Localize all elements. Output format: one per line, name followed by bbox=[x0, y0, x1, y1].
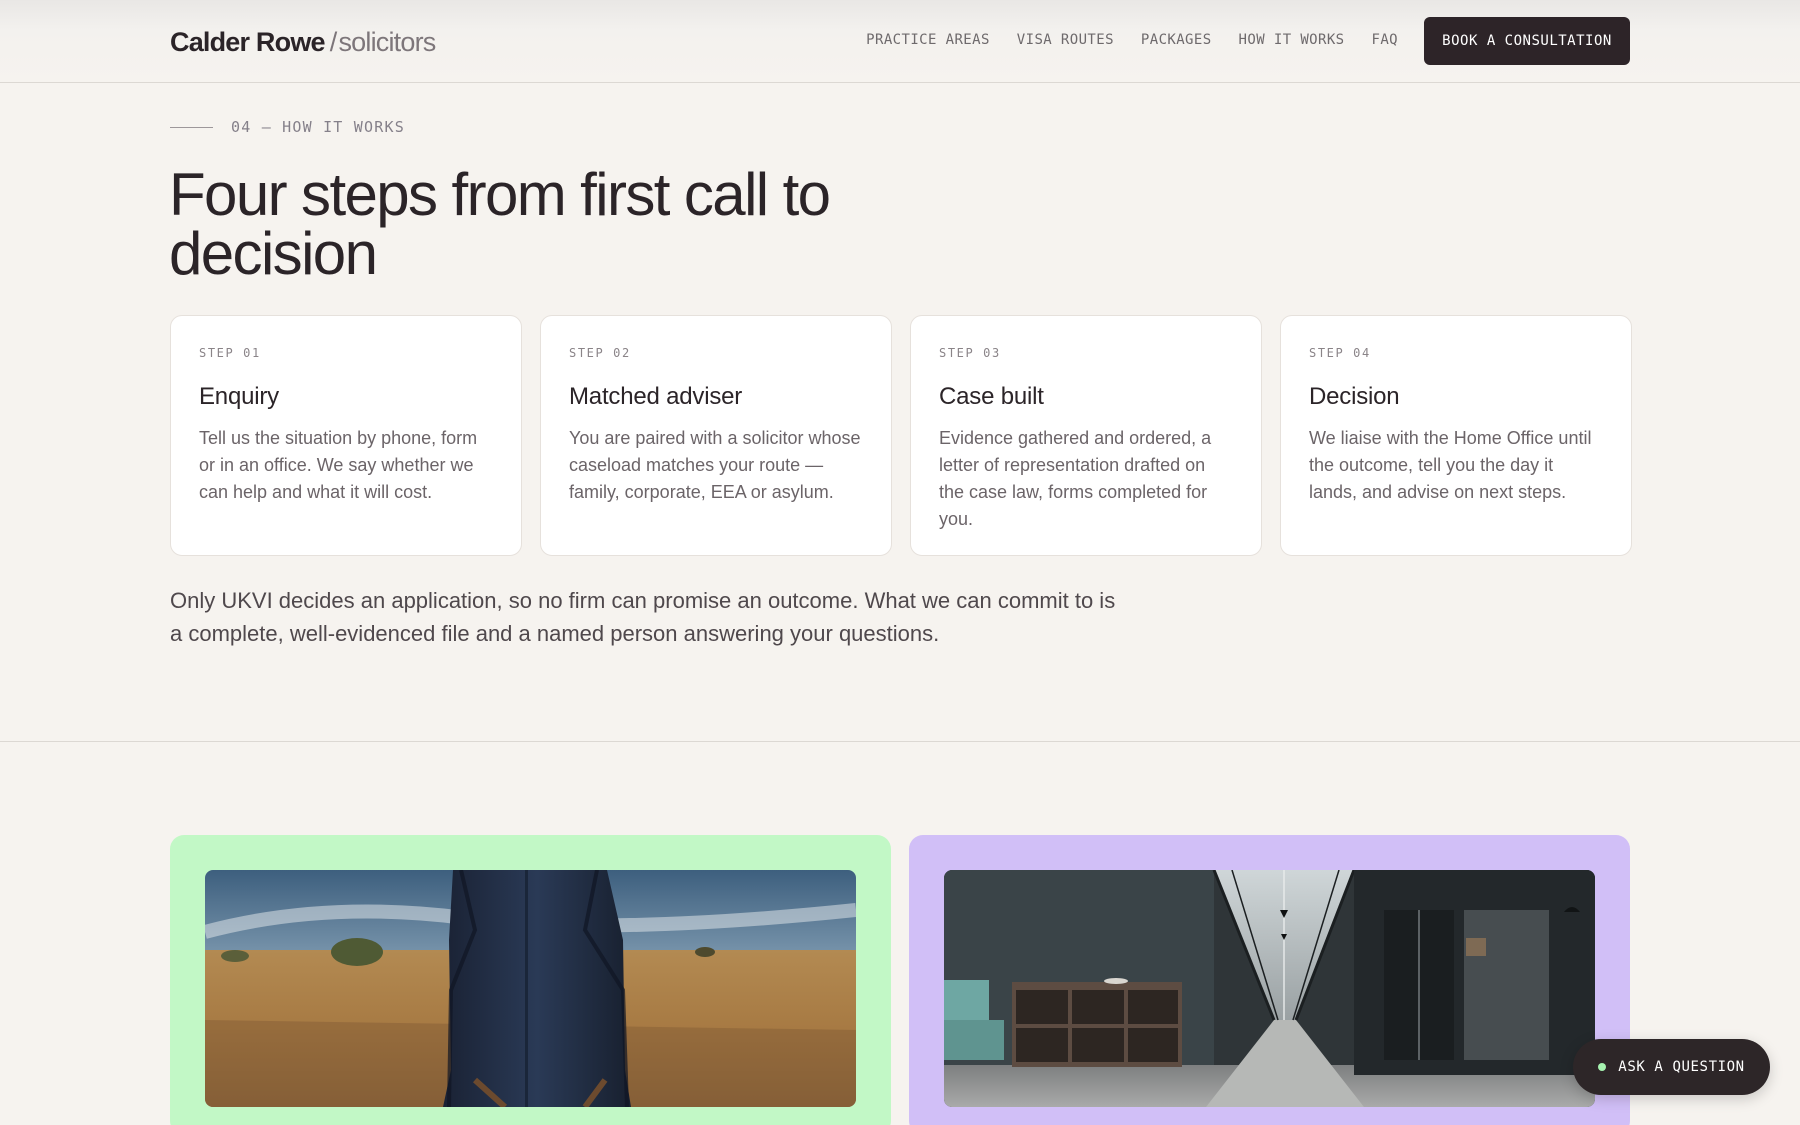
step-body: Evidence gathered and ordered, a letter … bbox=[939, 428, 1212, 529]
ask-question-label: ASK A QUESTION bbox=[1618, 1059, 1745, 1075]
step-card-decision: STEP 04 Decision We liaise with the Home… bbox=[1280, 315, 1632, 556]
step-label: STEP 01 bbox=[199, 346, 261, 360]
main-nav: PRACTICE AREAS VISA ROUTES PACKAGES HOW … bbox=[866, 30, 1398, 50]
office-photo-illustration bbox=[944, 870, 1595, 1107]
nav-faq[interactable]: FAQ bbox=[1372, 30, 1399, 50]
brand-suffix: solicitors bbox=[338, 27, 436, 57]
step-label: STEP 02 bbox=[569, 346, 631, 360]
site-header: Calder Rowe/solicitors PRACTICE AREAS VI… bbox=[0, 0, 1800, 83]
brand-separator: / bbox=[329, 27, 337, 57]
step-title: Matched adviser bbox=[569, 383, 743, 410]
nav-practice-areas[interactable]: PRACTICE AREAS bbox=[866, 30, 990, 50]
ask-question-button[interactable]: ASK A QUESTION bbox=[1573, 1039, 1770, 1095]
field-photo-illustration bbox=[205, 870, 856, 1107]
eyebrow-rule bbox=[170, 126, 213, 128]
section-divider bbox=[0, 741, 1800, 742]
nav-packages[interactable]: PACKAGES bbox=[1141, 30, 1212, 50]
online-indicator-icon bbox=[1598, 1063, 1607, 1071]
step-title: Decision bbox=[1309, 383, 1400, 410]
step-card-enquiry: STEP 01 Enquiry Tell us the situation by… bbox=[170, 315, 522, 556]
media-panel-office bbox=[909, 835, 1630, 1125]
section-headline: Four steps from first call to decision bbox=[169, 161, 831, 287]
step-label: STEP 03 bbox=[939, 346, 1001, 360]
step-card-case-built: STEP 03 Case built Evidence gathered and… bbox=[910, 315, 1262, 556]
step-card-matched-adviser: STEP 02 Matched adviser You are paired w… bbox=[540, 315, 892, 556]
step-title: Case built bbox=[939, 383, 1044, 410]
media-panel-field bbox=[170, 835, 891, 1125]
book-consultation-button[interactable]: BOOK A CONSULTATION bbox=[1424, 17, 1630, 65]
field-photo bbox=[205, 870, 856, 1107]
step-body: Tell us the situation by phone, form or … bbox=[199, 428, 478, 502]
brand-logo[interactable]: Calder Rowe/solicitors bbox=[170, 24, 436, 60]
steps-list: STEP 01 Enquiry Tell us the situation by… bbox=[170, 315, 1632, 556]
nav-how-it-works[interactable]: HOW IT WORKS bbox=[1239, 30, 1345, 50]
nav-visa-routes[interactable]: VISA ROUTES bbox=[1017, 30, 1114, 50]
outcome-disclaimer: Only UKVI decides an application, so no … bbox=[170, 588, 1116, 646]
step-label: STEP 04 bbox=[1309, 346, 1371, 360]
step-title: Enquiry bbox=[199, 383, 279, 410]
step-body: We liaise with the Home Office until the… bbox=[1309, 428, 1592, 502]
brand-name: Calder Rowe bbox=[170, 27, 326, 57]
eyebrow-label: 04 — HOW IT WORKS bbox=[231, 118, 405, 136]
section-eyebrow: 04 — HOW IT WORKS bbox=[170, 118, 405, 136]
office-photo bbox=[944, 870, 1595, 1107]
step-body: You are paired with a solicitor whose ca… bbox=[569, 428, 861, 502]
